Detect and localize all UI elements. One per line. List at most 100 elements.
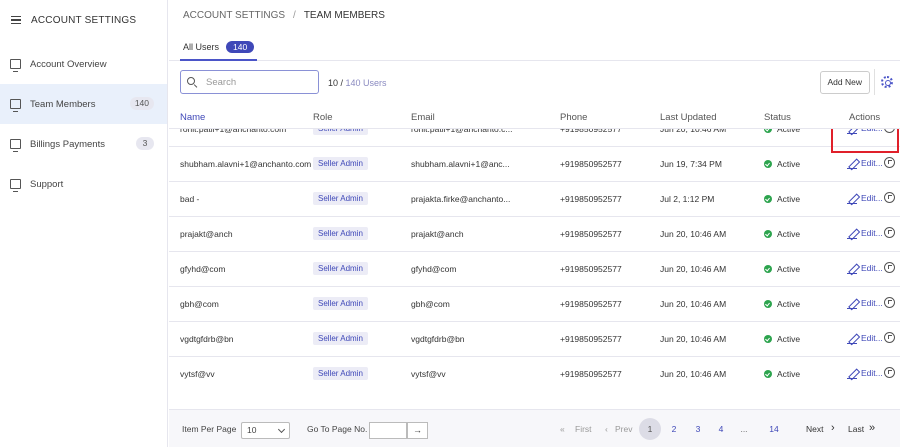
- last-page-button[interactable]: Last: [848, 424, 864, 434]
- row-actions: Edit...: [847, 367, 895, 379]
- count-shown: 10: [328, 78, 339, 88]
- cell-last-updated: Jun 20, 10:46 AM: [660, 334, 727, 344]
- edit-button[interactable]: Edit...: [861, 158, 883, 168]
- column-header-phone: Phone: [560, 112, 588, 123]
- add-new-button[interactable]: Add New: [819, 71, 870, 94]
- column-header-email: Email: [411, 112, 435, 123]
- count-badge: 3: [136, 137, 154, 150]
- main-content: ACCOUNT SETTINGS / TEAM MEMBERS All User…: [169, 0, 900, 447]
- search-box[interactable]: [180, 70, 319, 94]
- goto-page-input[interactable]: [369, 422, 407, 439]
- table-row[interactable]: vgdtgfdrb@bn Seller Admin vgdtgfdrb@bn +919…: [169, 322, 900, 357]
- page-ellipsis: ...: [740, 424, 748, 434]
- sidebar-item-support[interactable]: Support: [0, 164, 167, 204]
- cell-name: vgdtgfdrb@bn: [180, 334, 234, 344]
- status-badge: Active: [764, 299, 800, 309]
- sidebar-item-account-overview[interactable]: Account Overview: [0, 44, 167, 84]
- status-text: Active: [777, 129, 801, 134]
- first-page-button[interactable]: First: [575, 424, 592, 434]
- table-row[interactable]: gbh@com Seller Admin gbh@com +919850952577 J…: [169, 287, 900, 322]
- sidebar-item-team-members[interactable]: Team Members 140: [0, 84, 167, 124]
- edit-button[interactable]: Edit...: [861, 193, 883, 203]
- edit-button[interactable]: Edit...: [861, 368, 883, 378]
- reset-icon[interactable]: [883, 332, 895, 343]
- status-badge: Active: [764, 159, 800, 169]
- table-row[interactable]: gfyhd@com Seller Admin gfyhd@com +919850952…: [169, 252, 900, 287]
- next-page-icon[interactable]: ›: [831, 422, 835, 434]
- reset-icon[interactable]: [883, 192, 895, 203]
- per-page-value: 10: [247, 425, 257, 435]
- status-badge: Active: [764, 334, 800, 344]
- pencil-icon[interactable]: [847, 333, 857, 344]
- cell-role: Seller Admin: [313, 157, 368, 170]
- cell-phone: +919850952577: [560, 264, 622, 274]
- pencil-icon[interactable]: [847, 298, 857, 309]
- cell-last-updated: Jun 20, 10:46 AM: [660, 299, 727, 309]
- pagination-footer: Item Per Page 10 Go To Page No. → « Firs…: [169, 409, 900, 447]
- prev-page-button[interactable]: Prev: [615, 424, 632, 434]
- status-text: Active: [777, 369, 801, 379]
- sidebar-title: ACCOUNT SETTINGS: [31, 14, 137, 26]
- reset-icon[interactable]: [883, 227, 895, 238]
- tab-label: All Users: [183, 42, 220, 52]
- cell-last-updated: Jun 19, 7:34 PM: [660, 159, 722, 169]
- cell-last-updated: Jun 20, 10:46 AM: [660, 229, 727, 239]
- goto-page-button[interactable]: →: [407, 422, 428, 439]
- edit-button[interactable]: Edit...: [861, 298, 883, 308]
- edit-button[interactable]: Edit...: [861, 333, 883, 343]
- table-row[interactable]: bad - Seller Admin prajakta.firke@anchanto…: [169, 182, 900, 217]
- table-header: Name Role Email Phone Last Updated Statu…: [169, 105, 900, 129]
- table-row[interactable]: shubham.alavni+1@anchanto.com Seller Admi…: [169, 147, 900, 182]
- column-header-name[interactable]: Name: [180, 112, 205, 123]
- last-page-icon[interactable]: »: [869, 422, 875, 434]
- table-row[interactable]: prajakt@anch Seller Admin prajakt@anch +919…: [169, 217, 900, 252]
- search-input[interactable]: [206, 76, 306, 88]
- page-3-button[interactable]: 3: [687, 418, 709, 440]
- check-circle-icon: [764, 160, 772, 168]
- reset-icon[interactable]: [883, 297, 895, 308]
- cell-role: Seller Admin: [313, 297, 368, 310]
- menu-icon[interactable]: [11, 16, 21, 24]
- cell-email: gfyhd@com: [411, 264, 457, 274]
- toolbar: 10 / 140 Users Add New: [169, 61, 900, 105]
- pencil-icon[interactable]: [847, 368, 857, 379]
- user-count: 10 / 140 Users: [328, 78, 387, 88]
- edit-button[interactable]: Edit...: [861, 228, 883, 238]
- tab-bar: All Users 140: [169, 30, 900, 61]
- app-window: ACCOUNT SETTINGS Account Overview Team M…: [0, 0, 900, 447]
- monitor-icon: [10, 139, 21, 152]
- page-4-button[interactable]: 4: [710, 418, 732, 440]
- per-page-select[interactable]: 10: [241, 422, 290, 439]
- pencil-icon[interactable]: [847, 228, 857, 239]
- reset-icon[interactable]: [883, 262, 895, 273]
- breadcrumb-link[interactable]: ACCOUNT SETTINGS: [183, 10, 285, 21]
- status-text: Active: [777, 334, 801, 344]
- page-2-button[interactable]: 2: [663, 418, 685, 440]
- gear-icon[interactable]: [881, 76, 893, 88]
- pencil-icon[interactable]: [847, 263, 857, 274]
- sidebar-item-label: Team Members: [30, 98, 96, 110]
- cell-email: prajakta.firke@anchanto...: [411, 194, 511, 204]
- prev-page-icon[interactable]: ‹: [605, 424, 608, 434]
- sidebar-item-label: Account Overview: [30, 58, 107, 70]
- reset-icon[interactable]: [883, 157, 895, 168]
- sidebar-item-billings-payments[interactable]: Billings Payments 3: [0, 124, 167, 164]
- cell-name: vytsf@vv: [180, 369, 215, 379]
- search-icon: [187, 76, 198, 88]
- pencil-icon[interactable]: [847, 158, 857, 169]
- status-badge: Active: [764, 229, 800, 239]
- table-row[interactable]: rohit.patil+1@anchanto.com Seller Admin ro…: [169, 129, 900, 153]
- reset-icon[interactable]: [883, 367, 895, 378]
- edit-button[interactable]: Edit...: [861, 263, 883, 273]
- page-14-button[interactable]: 14: [763, 418, 785, 440]
- sidebar: ACCOUNT SETTINGS Account Overview Team M…: [0, 0, 168, 447]
- tab-all-users[interactable]: All Users 140: [180, 35, 258, 61]
- table-row[interactable]: vytsf@vv Seller Admin vytsf@vv +91985095257…: [169, 357, 900, 390]
- first-page-icon[interactable]: «: [560, 424, 565, 434]
- next-page-button[interactable]: Next: [806, 424, 823, 434]
- check-circle-icon: [764, 265, 772, 273]
- status-badge: Active: [764, 264, 800, 274]
- pencil-icon[interactable]: [847, 193, 857, 204]
- check-circle-icon: [764, 335, 772, 343]
- page-1-button[interactable]: 1: [639, 418, 661, 440]
